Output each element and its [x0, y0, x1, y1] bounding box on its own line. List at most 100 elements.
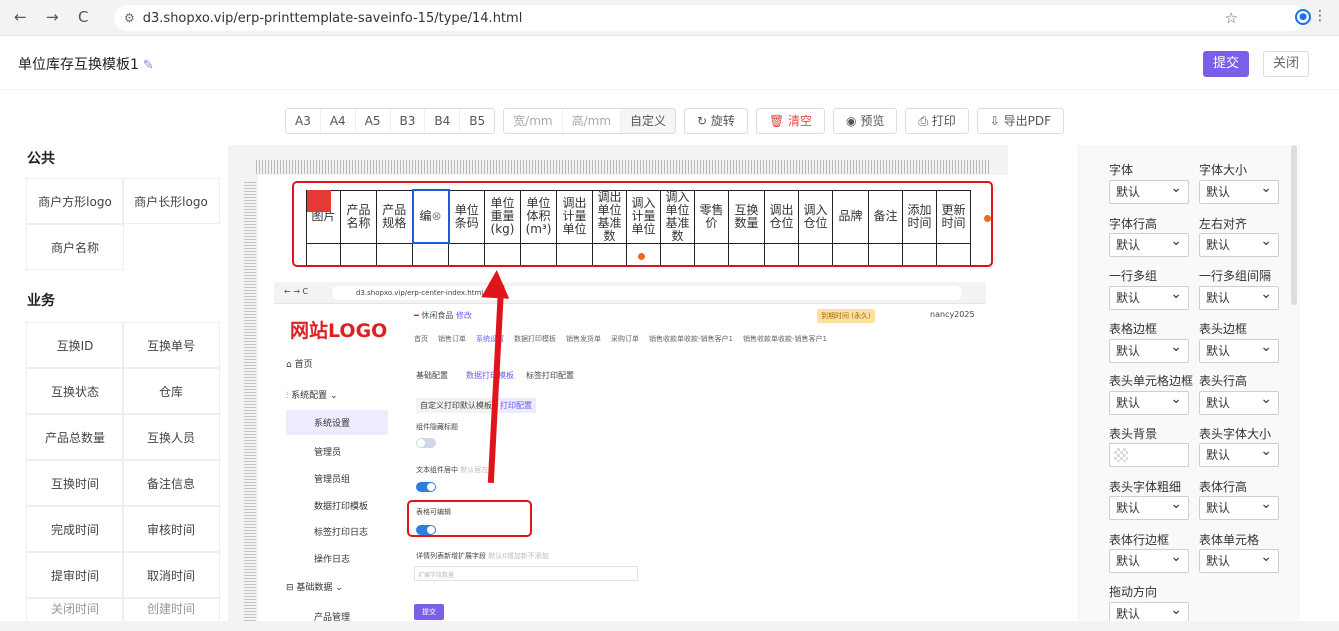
print-button[interactable]: ⎙ 打印: [905, 108, 969, 134]
field-item[interactable]: 提审时间: [26, 552, 124, 598]
field-item[interactable]: 审核时间: [122, 506, 220, 552]
site-settings-icon[interactable]: ⚙: [124, 11, 135, 25]
highlight-editable-box: [407, 500, 532, 537]
field-item[interactable]: 互换单号: [122, 322, 220, 368]
reload-icon[interactable]: C: [78, 8, 88, 26]
field-merchant-name[interactable]: 商户名称: [26, 224, 124, 270]
field-item[interactable]: 备注信息: [122, 460, 220, 506]
prop-label: 字体行高: [1109, 217, 1158, 231]
field-long-logo[interactable]: 商户长形logo: [122, 178, 220, 224]
embedded-menu-item: 管理员: [314, 448, 342, 458]
embedded-sub-tab: 自定义打印默认模板: [416, 398, 496, 413]
submit-button[interactable]: 提交: [1203, 51, 1249, 77]
embedded-tabs: 首页 销售订单 系统设置 数据打印模板 销售发货单 采购订单 销售收款单收款-销售客户1 销售…: [414, 335, 827, 343]
size-b5[interactable]: B5: [460, 109, 494, 133]
embedded-field-label: 组件隐藏标题: [416, 423, 458, 431]
width-input[interactable]: 宽/mm: [504, 109, 563, 133]
size-a4[interactable]: A4: [321, 109, 356, 133]
embedded-store: ━ 休闲食品 修改: [414, 311, 472, 320]
embedded-expire-badge: 到期时间 (永久): [817, 309, 875, 323]
bookmark-star-icon[interactable]: ☆: [1225, 9, 1238, 27]
rotate-button[interactable]: ↻ 旋转: [684, 108, 748, 134]
menu-kebab-icon[interactable]: ⋮: [1313, 8, 1327, 24]
embedded-menu-config: ⫶ 系统配置 ⌄: [286, 391, 338, 401]
prop-label: 表格边框: [1109, 322, 1158, 336]
forward-icon[interactable]: →: [46, 8, 59, 26]
prop-label: 表头背景: [1109, 427, 1158, 441]
embedded-menu-settings: 系统设置: [286, 410, 388, 435]
prop-select[interactable]: 默认: [1109, 388, 1189, 415]
prop-select[interactable]: 默认: [1199, 546, 1279, 573]
clear-button[interactable]: 🗑 清空: [755, 108, 826, 134]
prop-select[interactable]: 默认: [1109, 230, 1189, 257]
public-section-title: 公共: [27, 151, 55, 167]
field-item[interactable]: 创建时间: [122, 598, 220, 622]
business-section-title: 业务: [27, 293, 55, 309]
page-title: 单位库存互换模板1 ✎: [18, 57, 154, 73]
embedded-menu-item: 操作日志: [314, 555, 351, 565]
preview-button[interactable]: ◉ 预览: [833, 108, 898, 134]
embedded-toggle: [416, 438, 436, 448]
paper-toolbar: A3 A4 A5 B3 B4 B5 宽/mm 高/mm 自定义 ↻ 旋转 🗑 清…: [285, 108, 1065, 134]
embedded-input: 扩展字段数量: [414, 566, 638, 581]
field-item[interactable]: 产品总数量: [26, 414, 124, 460]
embedded-submit: 提交: [414, 604, 444, 620]
browser-bar: ← → C ⚙ d3.shopxo.vip/erp-printtemplate-…: [0, 0, 1339, 36]
embedded-logo: 网站LOGO: [290, 320, 388, 342]
prop-label: 表头边框: [1199, 322, 1248, 336]
embedded-toggle: [416, 482, 436, 492]
prop-select[interactable]: 默认: [1199, 388, 1279, 415]
field-square-logo[interactable]: 商户方形logo: [26, 178, 124, 224]
prop-label: 一行多组间隔: [1199, 269, 1272, 283]
header-bg-color-picker[interactable]: [1109, 443, 1189, 467]
prop-select[interactable]: 默认: [1199, 440, 1279, 467]
prop-label: 字体: [1109, 163, 1134, 177]
prop-label: 一行多组: [1109, 269, 1158, 283]
embedded-menu-item: 标签打印日志: [314, 528, 369, 538]
embedded-panel-tab: 基础配置: [416, 371, 448, 380]
prop-select[interactable]: 默认: [1199, 177, 1279, 204]
prop-select[interactable]: 默认: [1109, 493, 1189, 520]
embedded-screenshot: ← → C d3.shopxo.vip/erp-center-index.htm…: [274, 282, 986, 631]
highlight-table-box: [292, 181, 993, 267]
annotation-arrow-head: [481, 269, 511, 299]
custom-size-group: 宽/mm 高/mm 自定义: [503, 108, 677, 134]
bottom-edge: [0, 621, 1339, 631]
url-text: d3.shopxo.vip/erp-printtemplate-saveinfo…: [142, 10, 523, 26]
field-item[interactable]: 互换ID: [26, 322, 124, 368]
field-item[interactable]: 关闭时间: [26, 598, 124, 622]
back-icon[interactable]: ←: [14, 8, 27, 26]
field-item[interactable]: 取消时间: [122, 552, 220, 598]
profile-icon[interactable]: ●: [1295, 9, 1311, 25]
prop-select[interactable]: 默认: [1199, 493, 1279, 520]
field-item[interactable]: 互换时间: [26, 460, 124, 506]
address-bar[interactable]: ⚙ d3.shopxo.vip/erp-printtemplate-savein…: [114, 5, 1304, 31]
embedded-nav-icons: ← → C: [284, 287, 309, 296]
prop-select[interactable]: 默认: [1109, 283, 1189, 310]
field-item[interactable]: 完成时间: [26, 506, 124, 552]
field-item[interactable]: 仓库: [122, 368, 220, 414]
size-a3[interactable]: A3: [286, 109, 321, 133]
close-button[interactable]: 关闭: [1263, 51, 1309, 77]
edit-icon[interactable]: ✎: [143, 58, 154, 73]
embedded-panel: 基础配置 数据打印模板 标签打印配置 自定义打印默认模板 打印配置 组件隐藏标题…: [404, 354, 984, 631]
prop-label: 表头单元格边框: [1109, 374, 1194, 388]
paper-size-group: A3 A4 A5 B3 B4 B5: [285, 108, 496, 134]
size-a5[interactable]: A5: [356, 109, 391, 133]
embedded-menu-item: 数据打印模板: [314, 502, 369, 512]
field-item[interactable]: 互换状态: [26, 368, 124, 414]
size-b4[interactable]: B4: [425, 109, 461, 133]
height-input[interactable]: 高/mm: [563, 109, 622, 133]
field-item[interactable]: 互换人员: [122, 414, 220, 460]
prop-select[interactable]: 默认: [1199, 336, 1279, 363]
prop-select[interactable]: 默认: [1109, 336, 1189, 363]
properties-scrollbar[interactable]: [1291, 145, 1297, 305]
prop-select[interactable]: 默认: [1199, 230, 1279, 257]
prop-select[interactable]: 默认: [1109, 546, 1189, 573]
prop-select[interactable]: 默认: [1109, 177, 1189, 204]
prop-select[interactable]: 默认: [1199, 283, 1279, 310]
embedded-user: nancy2025: [930, 310, 975, 319]
custom-button[interactable]: 自定义: [621, 109, 676, 133]
size-b3[interactable]: B3: [391, 109, 426, 133]
export-pdf-button[interactable]: ⇩ 导出PDF: [976, 108, 1065, 134]
